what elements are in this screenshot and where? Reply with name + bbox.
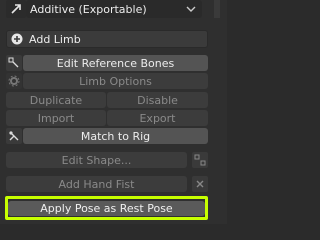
mode-dropdown[interactable]: Additive (Exportable) [26,0,202,18]
add-hand-fist-button[interactable]: Add Hand Fist [6,176,187,192]
match-to-rig-button[interactable]: Match to Rig [23,128,208,144]
bones-icon [6,55,22,71]
apply-pose-as-rest-pose-label: Apply Pose as Rest Pose [40,202,173,215]
export-button[interactable]: Export [107,110,208,126]
add-limb-button[interactable]: Add Limb [6,30,208,48]
edit-shape-label: Edit Shape... [61,153,132,167]
rig-icon [6,128,22,144]
duplicate-button[interactable]: Duplicate [6,92,106,108]
mode-dropdown-value: Additive (Exportable) [30,2,147,16]
limb-options-label: Limb Options [79,74,152,88]
gear-icon [6,73,22,89]
apply-pose-as-rest-pose-button[interactable]: Apply Pose as Rest Pose [8,201,205,216]
disable-label: Disable [137,93,178,107]
edit-reference-bones-label: Edit Reference Bones [56,56,175,70]
arrow-icon [6,0,26,18]
match-to-rig-label: Match to Rig [80,129,151,143]
add-hand-fist-label: Add Hand Fist [58,177,135,191]
shape-icon[interactable] [192,152,208,168]
import-button[interactable]: Import [6,110,106,126]
edit-reference-bones-button[interactable]: Edit Reference Bones [23,55,208,71]
add-limb-label: Add Limb [29,32,81,46]
chevron-down-icon [186,6,196,12]
close-icon[interactable] [192,176,208,192]
export-label: Export [139,111,176,125]
duplicate-label: Duplicate [29,93,83,107]
rig-tools-panel: Additive (Exportable) Add Limb Edit Refe… [0,0,227,224]
import-label: Import [37,111,75,125]
scroll-handle[interactable] [214,0,220,18]
limb-options-button[interactable]: Limb Options [23,73,208,89]
disable-button[interactable]: Disable [107,92,208,108]
edit-shape-button[interactable]: Edit Shape... [6,152,187,168]
plus-circle-icon [11,33,23,45]
